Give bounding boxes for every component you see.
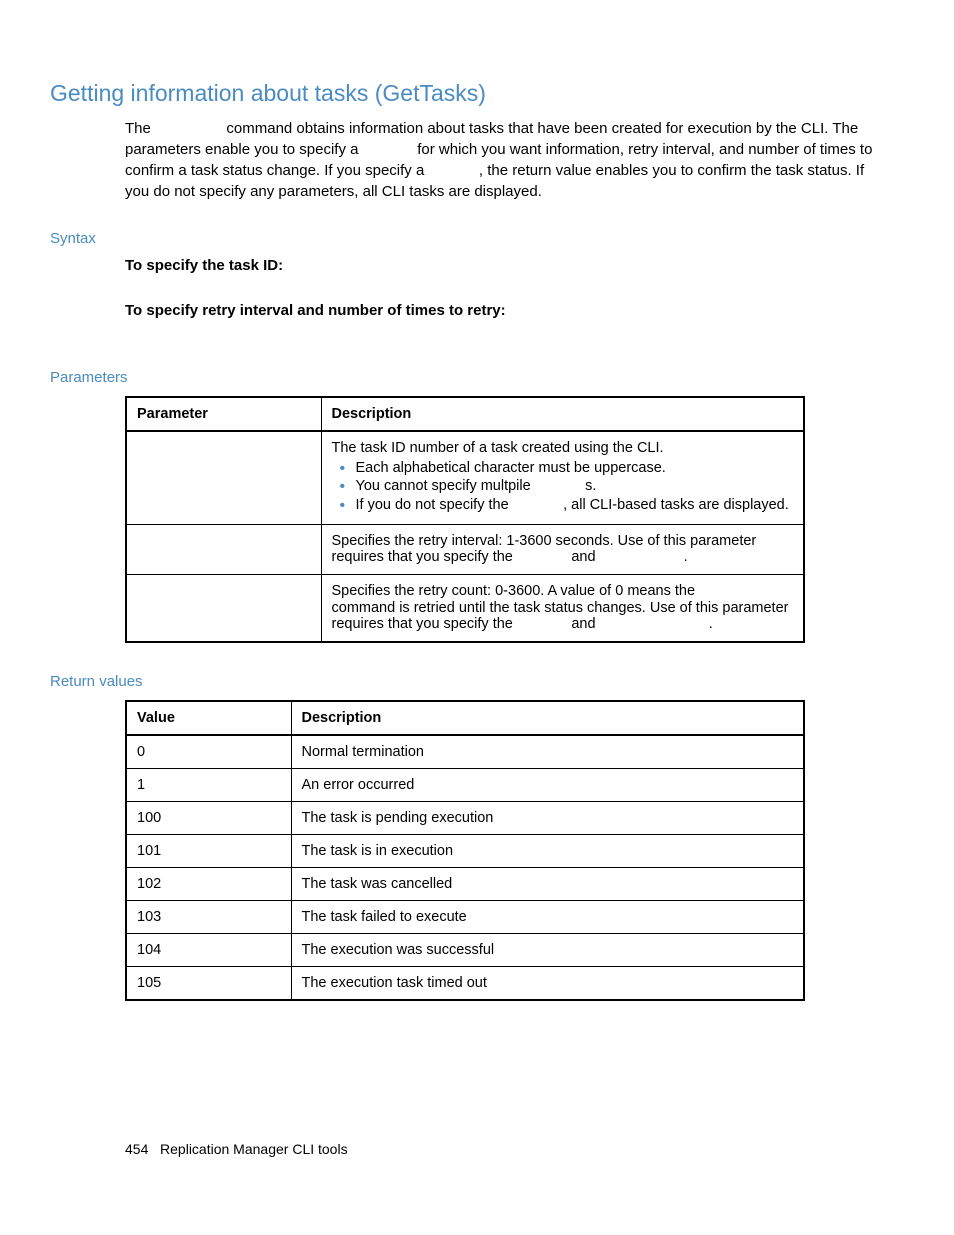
desc-cell: The execution was successful xyxy=(291,933,804,966)
table-row: 102The task was cancelled xyxy=(126,867,804,900)
desc-cell: Specifies the retry count: 0-3600. A val… xyxy=(321,574,804,642)
desc-cell: The task failed to execute xyxy=(291,900,804,933)
col-description: Description xyxy=(321,397,804,431)
desc-lead: The task ID number of a task created usi… xyxy=(332,440,664,456)
value-cell: 103 xyxy=(126,900,291,933)
mono-term: retrycount xyxy=(600,550,684,566)
table-header-row: Parameter Description xyxy=(126,397,804,431)
mono-term: GetTasks xyxy=(699,584,766,600)
param-cell xyxy=(126,574,321,642)
mono-term: taskid xyxy=(535,479,585,495)
table-row: Specifies the retry interval: 1-3600 sec… xyxy=(126,524,804,574)
value-cell: 100 xyxy=(126,801,291,834)
cmd-name: GetTasks xyxy=(155,122,222,138)
desc-cell: An error occurred xyxy=(291,768,804,801)
mono-term: taskid xyxy=(513,498,563,514)
param-cell xyxy=(126,431,321,525)
bullet-text: If you do not specify the xyxy=(356,497,513,513)
page-title: Getting information about tasks (GetTask… xyxy=(50,80,904,107)
desc-cell: The task is in execution xyxy=(291,834,804,867)
syntax-sub-1: To specify the task ID: xyxy=(125,257,904,274)
value-cell: 102 xyxy=(126,867,291,900)
value-cell: 1 xyxy=(126,768,291,801)
intro-paragraph: The GetTasks command obtains information… xyxy=(125,119,884,202)
mono-term: taskid xyxy=(517,617,567,633)
col-description: Description xyxy=(291,701,804,735)
intro-text-1: The xyxy=(125,120,155,137)
page-content: Getting information about tasks (GetTask… xyxy=(0,0,954,1001)
mono-term: taskid xyxy=(517,550,567,566)
taskid-term: taskid xyxy=(363,143,413,159)
desc-text: . xyxy=(684,549,688,565)
syntax-sub-2: To specify retry interval and number of … xyxy=(125,302,904,319)
desc-cell: The execution task timed out xyxy=(291,966,804,1000)
footer-title: Replication Manager CLI tools xyxy=(160,1141,348,1157)
bullet-text: , all CLI-based tasks are displayed. xyxy=(563,497,789,513)
table-row: 100The task is pending execution xyxy=(126,801,804,834)
col-value: Value xyxy=(126,701,291,735)
value-cell: 105 xyxy=(126,966,291,1000)
value-cell: 0 xyxy=(126,735,291,769)
desc-text: . xyxy=(709,616,713,632)
list-item: You cannot specify multpile taskids. xyxy=(350,478,794,495)
taskid-term-2: taskid xyxy=(428,164,478,180)
table-row: The task ID number of a task created usi… xyxy=(126,431,804,525)
mono-term: retryinterval xyxy=(600,617,709,633)
table-row: 1An error occurred xyxy=(126,768,804,801)
list-item: Each alphabetical character must be uppe… xyxy=(350,460,794,476)
table-row: 103The task failed to execute xyxy=(126,900,804,933)
return-values-table: Value Description 0Normal termination 1A… xyxy=(125,700,805,1001)
syntax-heading: Syntax xyxy=(50,230,904,247)
table-row: 0Normal termination xyxy=(126,735,804,769)
table-row: 104The execution was successful xyxy=(126,933,804,966)
table-row: 105The execution task timed out xyxy=(126,966,804,1000)
page-footer: 454 Replication Manager CLI tools xyxy=(125,1141,348,1157)
bullet-text: Each alphabetical character must be uppe… xyxy=(356,460,666,476)
desc-text: and xyxy=(567,616,599,632)
list-item: If you do not specify the taskid, all CL… xyxy=(350,497,794,514)
value-cell: 104 xyxy=(126,933,291,966)
return-values-heading: Return values xyxy=(50,673,904,690)
desc-cell: Specifies the retry interval: 1-3600 sec… xyxy=(321,524,804,574)
desc-text: Specifies the retry count: 0-3600. A val… xyxy=(332,583,700,599)
desc-cell: The task is pending execution xyxy=(291,801,804,834)
desc-cell: The task was cancelled xyxy=(291,867,804,900)
col-parameter: Parameter xyxy=(126,397,321,431)
value-cell: 101 xyxy=(126,834,291,867)
desc-text: and xyxy=(567,549,599,565)
desc-cell: Normal termination xyxy=(291,735,804,769)
desc-bullets: Each alphabetical character must be uppe… xyxy=(332,460,794,514)
parameters-table: Parameter Description The task ID number… xyxy=(125,396,805,643)
table-header-row: Value Description xyxy=(126,701,804,735)
bullet-text: s. xyxy=(585,478,596,494)
table-row: 101The task is in execution xyxy=(126,834,804,867)
table-row: Specifies the retry count: 0-3600. A val… xyxy=(126,574,804,642)
page-number: 454 xyxy=(125,1141,148,1157)
parameters-heading: Parameters xyxy=(50,369,904,386)
param-cell xyxy=(126,524,321,574)
bullet-text: You cannot specify multpile xyxy=(356,478,535,494)
desc-cell: The task ID number of a task created usi… xyxy=(321,431,804,525)
